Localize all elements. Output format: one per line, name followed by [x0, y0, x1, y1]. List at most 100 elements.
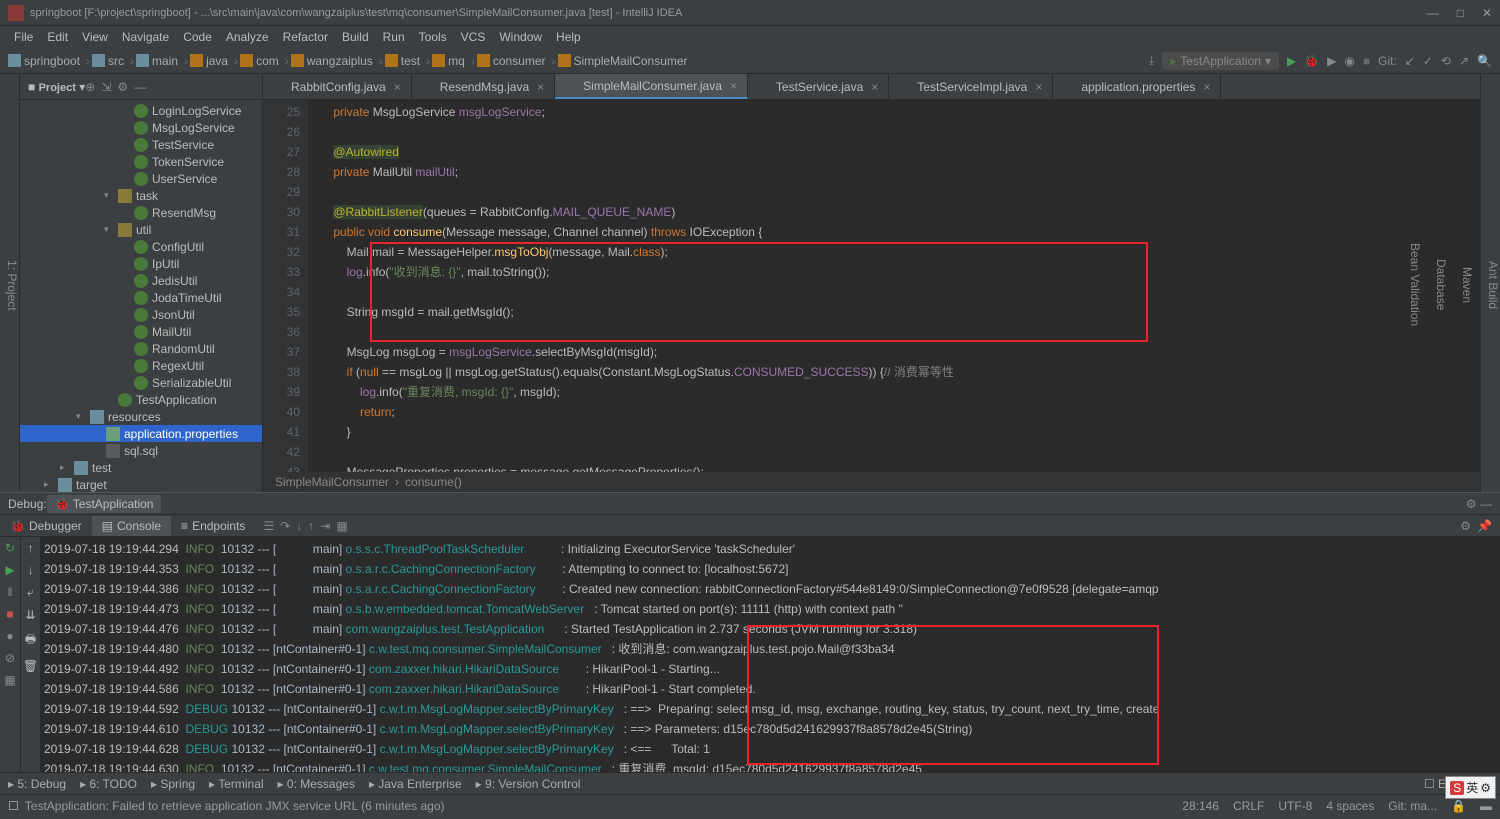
tree-node[interactable]: IpUtil — [20, 255, 262, 272]
menu-refactor[interactable]: Refactor — [277, 28, 334, 46]
rerun-icon[interactable]: ↻ — [3, 541, 17, 555]
editor-tab[interactable]: ResendMsg.java× — [412, 74, 555, 99]
tab-close-icon[interactable]: × — [1203, 80, 1210, 94]
bottom-tool[interactable]: ▸ 5: Debug — [8, 777, 66, 791]
resume-icon[interactable]: ▶ — [3, 563, 17, 577]
maximize-icon[interactable]: □ — [1457, 6, 1464, 20]
up-icon[interactable]: ↑ — [28, 541, 34, 555]
collapse-icon[interactable]: ⇲ — [101, 80, 111, 94]
locate-icon[interactable]: ⊕ — [85, 80, 95, 94]
tree-node[interactable]: LoginLogService — [20, 102, 262, 119]
tree-node[interactable]: JsonUtil — [20, 306, 262, 323]
pin-icon[interactable]: 📌 — [1477, 519, 1492, 533]
menu-build[interactable]: Build — [336, 28, 375, 46]
tree-node[interactable]: ▾resources — [20, 408, 262, 425]
menu-view[interactable]: View — [76, 28, 114, 46]
build-icon[interactable]: ⤓ — [1149, 53, 1154, 68]
step-into-icon[interactable]: ↓ — [296, 519, 302, 533]
pause-icon[interactable]: ‖ — [3, 585, 17, 599]
run-icon[interactable]: ▶ — [1287, 54, 1296, 68]
print-icon[interactable]: 🖶 — [25, 630, 36, 651]
editor-breadcrumb[interactable]: SimpleMailConsumer›consume() — [263, 472, 1480, 492]
ime-indicator[interactable]: S英⚙ — [1445, 776, 1496, 799]
menu-help[interactable]: Help — [550, 28, 587, 46]
tree-node[interactable]: sql.sql — [20, 442, 262, 459]
git-branch[interactable]: Git: ma... — [1388, 799, 1437, 813]
bottom-tool[interactable]: ▸ 0: Messages — [278, 777, 355, 791]
bottom-tool[interactable]: ▸ Terminal — [209, 777, 264, 791]
filter-icon[interactable]: ☰ — [263, 519, 274, 533]
git-update-icon[interactable]: ↙ — [1405, 54, 1415, 68]
debug-icon[interactable]: 🐞 — [1304, 54, 1319, 68]
debugger-tab[interactable]: 🐞 Debugger — [0, 516, 92, 536]
down-icon[interactable]: ↓ — [28, 563, 34, 577]
menu-navigate[interactable]: Navigate — [116, 28, 175, 46]
tab-close-icon[interactable]: × — [730, 79, 737, 93]
minimize-icon[interactable]: — — [1427, 6, 1439, 20]
layout-icon[interactable]: ▦ — [3, 673, 17, 687]
editor-tab[interactable]: TestServiceImpl.java× — [889, 74, 1053, 99]
tree-node[interactable]: ▸target — [20, 476, 262, 492]
debug-session-tab[interactable]: 🐞 TestApplication — [47, 495, 162, 513]
editor-tab[interactable]: RabbitConfig.java× — [263, 74, 412, 99]
code-editor[interactable]: 25262728293031323334353637383940414243 p… — [263, 100, 1480, 472]
menu-edit[interactable]: Edit — [41, 28, 74, 46]
tree-node[interactable]: JedisUtil — [20, 272, 262, 289]
close-icon[interactable]: ✕ — [1482, 6, 1492, 20]
stop-icon[interactable]: ■ — [3, 607, 17, 621]
breadcrumb-item[interactable]: mq — [432, 54, 465, 68]
breadcrumb-item[interactable]: consumer — [477, 54, 546, 68]
console-tab[interactable]: ▤ Console — [92, 516, 171, 536]
tree-node[interactable]: TestApplication — [20, 391, 262, 408]
menu-vcs[interactable]: VCS — [455, 28, 492, 46]
project-tool-button[interactable]: 1: Project — [5, 260, 19, 311]
lock-icon[interactable]: 🔒 — [1451, 799, 1466, 813]
tree-node[interactable]: UserService — [20, 170, 262, 187]
gear-icon[interactable]: ⚙ — [117, 80, 128, 94]
bottom-tool[interactable]: ▸ Spring — [151, 777, 195, 791]
breadcrumb-item[interactable]: springboot — [8, 54, 80, 68]
mute-icon[interactable]: ⊘ — [3, 651, 17, 665]
menu-tools[interactable]: Tools — [413, 28, 453, 46]
status-icon[interactable]: ☐ — [8, 799, 19, 813]
tree-node[interactable]: JodaTimeUtil — [20, 289, 262, 306]
indent[interactable]: 4 spaces — [1326, 799, 1374, 813]
menu-file[interactable]: File — [8, 28, 39, 46]
tree-node[interactable]: ▾task — [20, 187, 262, 204]
scroll-icon[interactable]: ⇊ — [25, 608, 35, 622]
tab-close-icon[interactable]: × — [1035, 80, 1042, 94]
tree-node[interactable]: MailUtil — [20, 323, 262, 340]
breadcrumb-item[interactable]: src — [92, 54, 124, 68]
editor-tab[interactable]: TestService.java× — [748, 74, 889, 99]
step-out-icon[interactable]: ↑ — [308, 519, 314, 533]
coverage-icon[interactable]: ▶ — [1327, 54, 1336, 68]
menu-code[interactable]: Code — [177, 28, 218, 46]
tab-close-icon[interactable]: × — [537, 80, 544, 94]
menu-run[interactable]: Run — [377, 28, 411, 46]
memory-icon[interactable]: ▬ — [1480, 799, 1492, 813]
hide-icon[interactable]: — — [134, 80, 146, 94]
breadcrumb-item[interactable]: SimpleMailConsumer — [558, 54, 688, 68]
tree-node[interactable]: ConfigUtil — [20, 238, 262, 255]
git-history-icon[interactable]: ⟲ — [1441, 54, 1451, 68]
breadcrumb-item[interactable]: java — [190, 54, 228, 68]
tree-node[interactable]: MsgLogService — [20, 119, 262, 136]
breadcrumb-item[interactable]: wangzaiplus — [291, 54, 373, 68]
settings-icon[interactable]: ⚙ — [1460, 519, 1471, 533]
breakpoints-icon[interactable]: ● — [3, 629, 17, 643]
step-over-icon[interactable]: ↷ — [280, 519, 290, 533]
console-output[interactable]: 2019-07-18 19:19:44.294 INFO 10132 --- [… — [40, 537, 1500, 772]
editor-tab[interactable]: SimpleMailConsumer.java× — [555, 74, 748, 99]
tree-node[interactable]: application.properties — [20, 425, 262, 442]
stop-icon[interactable]: ■ — [1363, 54, 1370, 68]
bottom-tool[interactable]: ▸ Java Enterprise — [369, 777, 462, 791]
tree-node[interactable]: TokenService — [20, 153, 262, 170]
code-content[interactable]: private MsgLogService msgLogService; @Au… — [308, 100, 1480, 472]
run-to-cursor-icon[interactable]: ⇥ — [320, 519, 330, 533]
breadcrumb-item[interactable]: main — [136, 54, 178, 68]
breadcrumb-item[interactable]: test — [385, 54, 420, 68]
bottom-tool[interactable]: ▸ 9: Version Control — [476, 777, 581, 791]
line-separator[interactable]: CRLF — [1233, 799, 1264, 813]
menu-window[interactable]: Window — [493, 28, 548, 46]
tree-node[interactable]: TestService — [20, 136, 262, 153]
